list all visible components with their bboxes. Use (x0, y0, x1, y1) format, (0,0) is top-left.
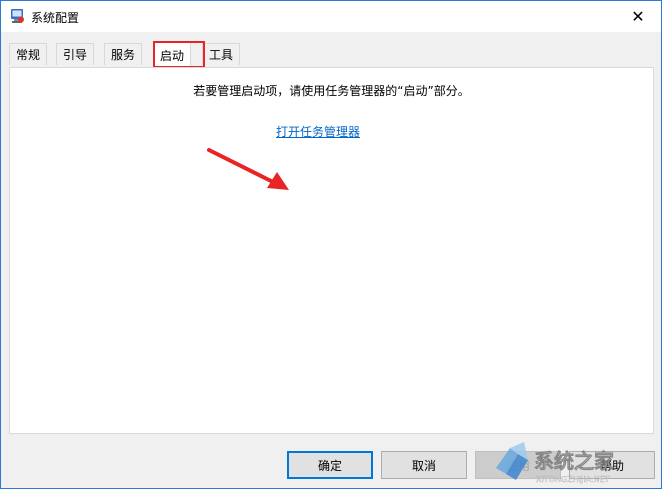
title-bar[interactable]: 系统配置 ✕ (1, 1, 661, 32)
close-button[interactable]: ✕ (615, 1, 661, 32)
apply-button: 应用 (475, 451, 561, 479)
tab-tools[interactable]: 工具 (202, 43, 241, 65)
tab-general[interactable]: 常规 (9, 43, 48, 65)
msconfig-app-icon (11, 9, 24, 23)
help-button[interactable]: 帮助 (569, 451, 655, 479)
window-title: 系统配置 (31, 11, 80, 25)
annotation-arrow-icon (207, 148, 289, 190)
startup-tab-panel: 若要管理启动项，请使用任务管理器的“启动”部分。 打开任务管理器 (9, 67, 654, 434)
msconfig-window: 系统配置 ✕ 常规 引导 服务 启动 工具 若要管理启动项，请使用任务管理器的“… (0, 0, 662, 489)
tab-boot[interactable]: 引导 (56, 43, 95, 65)
ok-button[interactable]: 确定 (287, 451, 373, 479)
cancel-button[interactable]: 取消 (381, 451, 467, 479)
close-icon: ✕ (631, 7, 645, 26)
tab-services[interactable]: 服务 (104, 43, 143, 65)
open-task-manager-link[interactable]: 打开任务管理器 (276, 123, 360, 140)
tab-strip: 常规 引导 服务 启动 工具 (9, 41, 654, 68)
startup-message: 若要管理启动项，请使用任务管理器的“启动”部分。 (193, 84, 470, 98)
tab-startup[interactable]: 启动 (153, 41, 192, 68)
